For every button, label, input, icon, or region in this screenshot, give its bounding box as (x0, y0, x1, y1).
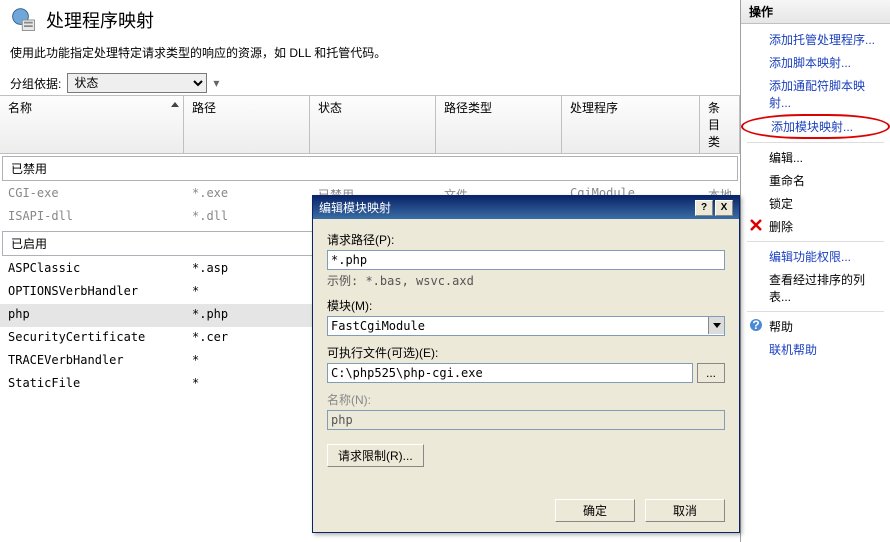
request-path-input[interactable] (327, 250, 725, 270)
cell-name: ASPClassic (0, 260, 184, 279)
col-state[interactable]: 状态 (310, 96, 436, 153)
page-header: 处理程序映射 (0, 0, 740, 40)
action-rename[interactable]: 重命名 (741, 169, 890, 192)
cell-name: php (0, 306, 184, 325)
action-help[interactable]: ? 帮助 (741, 315, 890, 338)
cell-name: ISAPI-dll (0, 208, 184, 227)
name-input-readonly: php (327, 410, 725, 430)
action-lock[interactable]: 锁定 (741, 192, 890, 215)
executable-label: 可执行文件(可选)(E): (327, 344, 725, 361)
cell-path: *.exe (184, 185, 310, 204)
page-title: 处理程序映射 (46, 7, 154, 33)
action-edit-permissions[interactable]: 编辑功能权限... (741, 245, 890, 268)
dialog-close-button[interactable]: X (715, 200, 733, 216)
dialog-titlebar[interactable]: 编辑模块映射 ? X (313, 196, 739, 219)
group-disabled-header[interactable]: 已禁用 (2, 156, 738, 181)
cell-path: *.php (184, 306, 310, 325)
cell-name: TRACEVerbHandler (0, 352, 184, 371)
action-online-help[interactable]: 联机帮助 (741, 338, 890, 361)
action-add-script[interactable]: 添加脚本映射... (741, 51, 890, 74)
separator (747, 142, 884, 143)
browse-button[interactable]: ... (697, 363, 725, 383)
sort-asc-icon (171, 102, 179, 107)
group-by-label: 分组依据: (10, 75, 61, 92)
col-handler[interactable]: 处理程序 (562, 96, 700, 153)
ok-button[interactable]: 确定 (555, 499, 635, 522)
request-path-label: 请求路径(P): (327, 231, 725, 248)
action-add-wildcard[interactable]: 添加通配符脚本映射... (741, 74, 890, 114)
cell-path: *.asp (184, 260, 310, 279)
cell-name: OPTIONSVerbHandler (0, 283, 184, 302)
cell-path: *.cer (184, 329, 310, 348)
action-delete[interactable]: 删除 (741, 215, 890, 238)
action-view-ordered[interactable]: 查看经过排序的列表... (741, 268, 890, 308)
help-icon: ? (749, 318, 763, 332)
handler-mapping-icon (10, 6, 38, 34)
separator (747, 241, 884, 242)
action-add-managed[interactable]: 添加托管处理程序... (741, 28, 890, 51)
module-label: 模块(M): (327, 297, 725, 314)
chevron-down-icon[interactable] (708, 317, 724, 334)
cancel-button[interactable]: 取消 (645, 499, 725, 522)
cell-path: *.dll (184, 208, 310, 227)
name-label: 名称(N): (327, 391, 725, 408)
group-by-extra: ▾ (213, 76, 219, 90)
dialog-title: 编辑模块映射 (319, 199, 693, 216)
group-by-row: 分组依据: 状态 ▾ (0, 71, 740, 95)
request-path-hint: 示例: *.bas, wsvc.axd (327, 272, 725, 289)
col-path-type[interactable]: 路径类型 (436, 96, 562, 153)
col-entry[interactable]: 条目类 (700, 96, 740, 153)
page-description: 使用此功能指定处理特定请求类型的响应的资源，如 DLL 和托管代码。 (0, 40, 740, 71)
module-combobox[interactable] (327, 316, 725, 336)
cell-path: * (184, 352, 310, 371)
executable-input[interactable] (327, 363, 693, 383)
table-header: 名称 路径 状态 路径类型 处理程序 条目类 (0, 95, 740, 154)
col-name[interactable]: 名称 (0, 96, 184, 153)
cell-name: CGI-exe (0, 185, 184, 204)
delete-icon (749, 218, 763, 232)
action-edit[interactable]: 编辑... (741, 146, 890, 169)
actions-title: 操作 (741, 0, 890, 24)
dialog-help-button[interactable]: ? (695, 200, 713, 216)
svg-text:?: ? (752, 318, 759, 332)
request-restrictions-button[interactable]: 请求限制(R)... (327, 444, 424, 467)
cell-name: StaticFile (0, 375, 184, 394)
col-path[interactable]: 路径 (184, 96, 310, 153)
group-by-select[interactable]: 状态 (67, 73, 207, 93)
cell-name: SecurityCertificate (0, 329, 184, 348)
cell-path: * (184, 375, 310, 394)
action-add-module[interactable]: 添加模块映射... (741, 114, 890, 139)
cell-path: * (184, 283, 310, 302)
separator (747, 311, 884, 312)
edit-module-mapping-dialog: 编辑模块映射 ? X 请求路径(P): 示例: *.bas, wsvc.axd … (312, 195, 740, 533)
actions-panel: 操作 添加托管处理程序... 添加脚本映射... 添加通配符脚本映射... 添加… (740, 0, 890, 542)
